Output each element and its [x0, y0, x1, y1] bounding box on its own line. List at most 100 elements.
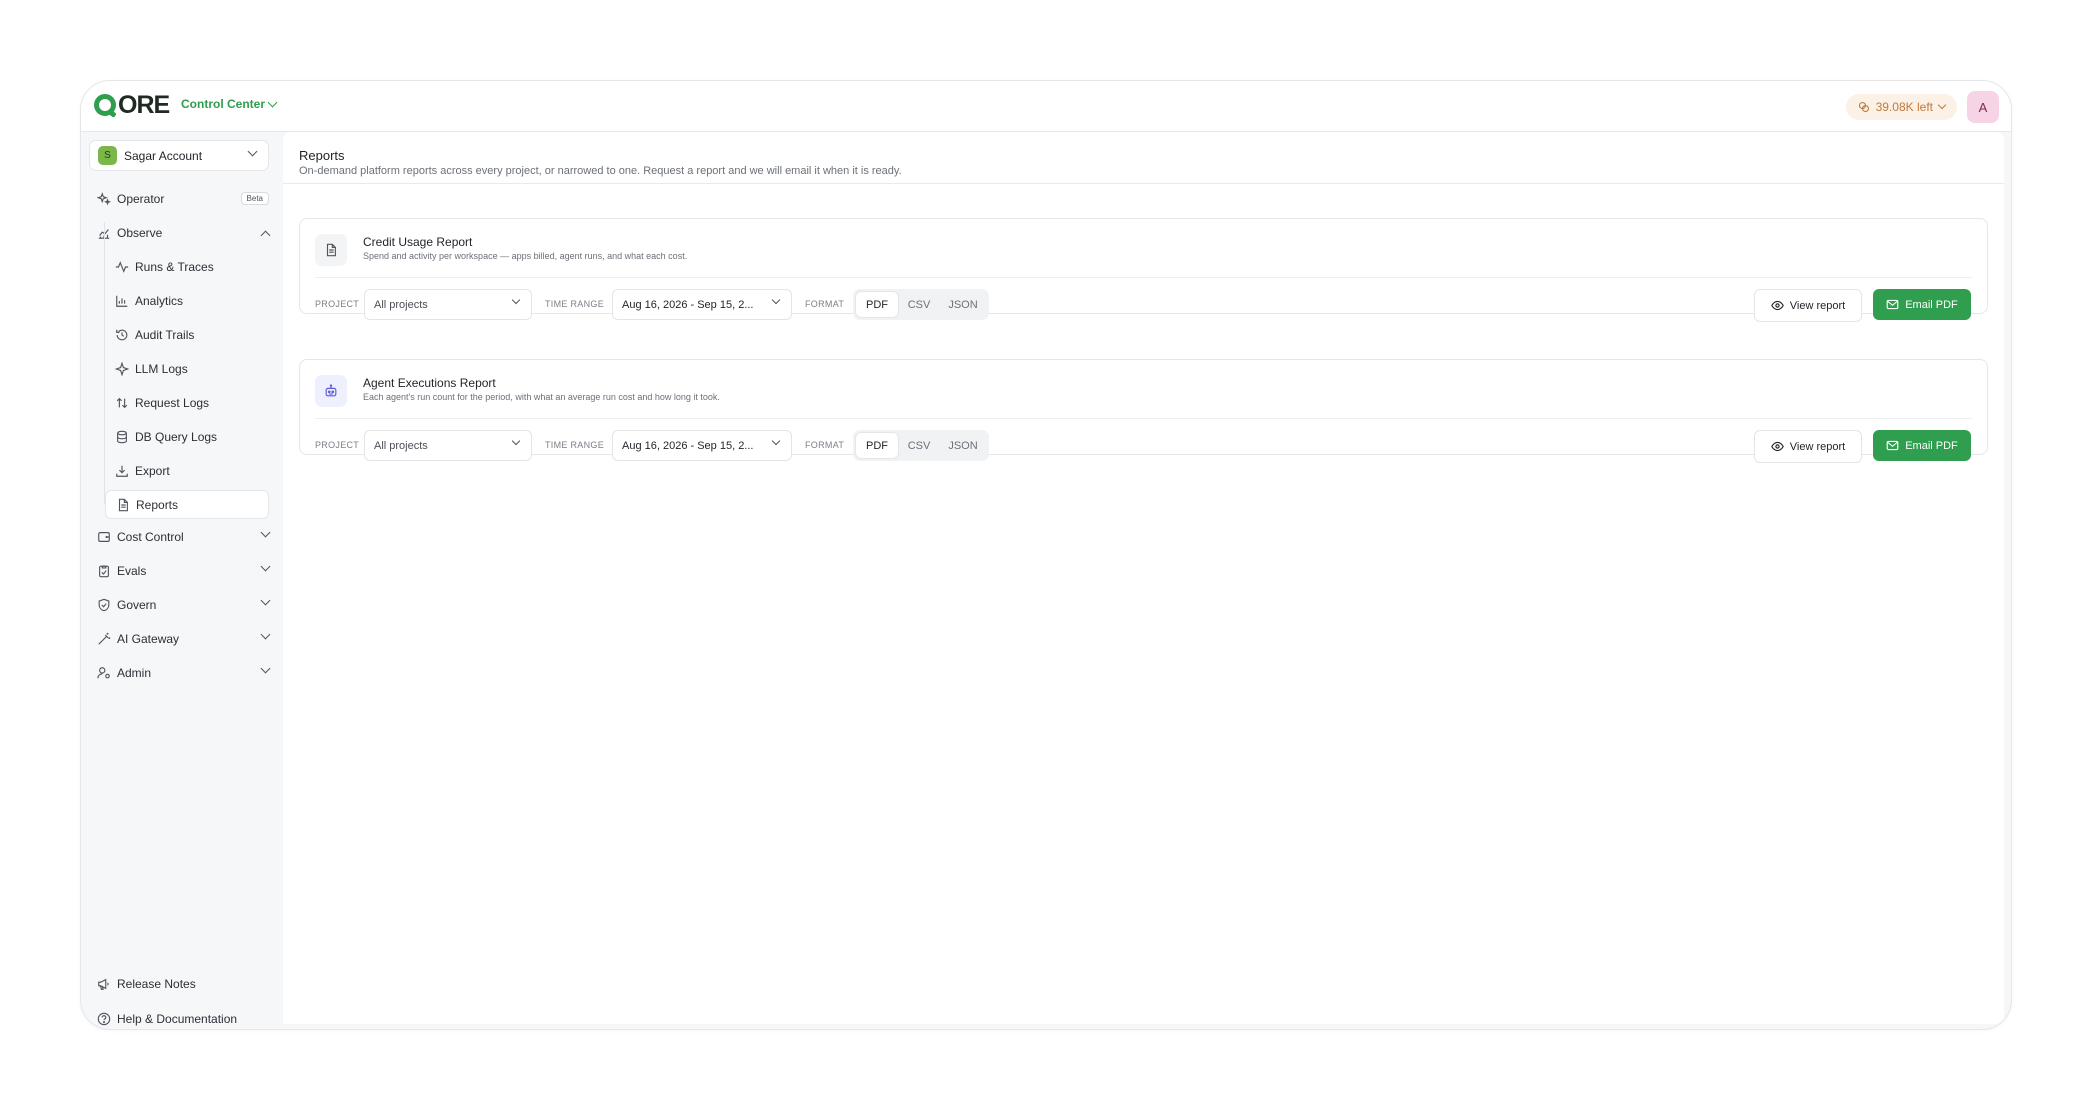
format-label: FORMAT: [805, 440, 845, 450]
sparkles-icon: [97, 192, 111, 206]
release-notes-label: Release Notes: [117, 977, 196, 991]
account-initial-badge: S: [98, 146, 117, 165]
chevron-down-icon: [771, 295, 781, 305]
sidebar-item-request-logs[interactable]: Request Logs: [115, 392, 269, 414]
sidebar-item-operator[interactable]: Operator Beta: [97, 188, 269, 210]
report-title: Agent Executions Report: [363, 376, 496, 390]
time-range-select[interactable]: Aug 16, 2026 - Sep 15, 2...: [612, 430, 792, 461]
app-switcher-label: Control Center: [181, 97, 265, 111]
format-json-option[interactable]: JSON: [940, 433, 986, 458]
format-csv-option[interactable]: CSV: [898, 292, 940, 317]
sidebar-item-reports[interactable]: Reports: [105, 490, 269, 519]
sidebar-item-label: Evals: [117, 564, 147, 578]
mail-icon: [1886, 440, 1899, 451]
sidebar-item-label: Admin: [117, 666, 152, 680]
main-content: Reports On-demand platform reports acros…: [283, 132, 2004, 1024]
logo-q-mark: [94, 94, 116, 116]
sidebar-item-evals[interactable]: Evals: [97, 560, 271, 582]
sidebar-item-admin[interactable]: Admin: [97, 662, 271, 684]
sidebar-item-label: Export: [135, 464, 170, 478]
time-range-select[interactable]: Aug 16, 2026 - Sep 15, 2...: [612, 289, 792, 320]
format-pdf-option[interactable]: PDF: [856, 292, 898, 317]
wallet-icon: [97, 530, 111, 544]
help-documentation-link[interactable]: Help & Documentation: [97, 1009, 237, 1029]
chevron-down-icon: [260, 527, 271, 538]
chevron-down-icon: [260, 663, 271, 674]
email-pdf-button[interactable]: Email PDF: [1873, 430, 1971, 461]
account-selector[interactable]: S Sagar Account: [89, 140, 269, 171]
time-range-value: Aug 16, 2026 - Sep 15, 2...: [622, 439, 754, 452]
account-name: Sagar Account: [124, 148, 203, 163]
robot-icon: [315, 375, 347, 407]
clipboard-check-icon: [97, 564, 111, 578]
report-card-credit-usage: Credit Usage Report Spend and activity p…: [299, 218, 1988, 322]
chevron-down-icon: [1937, 100, 1947, 110]
page-header: Reports On-demand platform reports acros…: [283, 132, 2004, 184]
format-label: FORMAT: [805, 299, 845, 309]
file-text-icon: [116, 498, 130, 512]
format-pdf-option[interactable]: PDF: [856, 433, 898, 458]
format-json-option[interactable]: JSON: [940, 292, 986, 317]
format-toggle: PDF CSV JSON: [853, 289, 989, 320]
sidebar-item-runs-traces[interactable]: Runs & Traces: [115, 256, 269, 278]
sidebar-item-label: Observe: [117, 226, 163, 240]
chevron-down-icon: [511, 295, 521, 305]
card-divider: [315, 418, 1972, 419]
sidebar-item-db-query-logs[interactable]: DB Query Logs: [115, 426, 269, 448]
qore-logo[interactable]: ORE: [94, 91, 170, 119]
eye-icon: [1770, 300, 1784, 311]
sparkle-icon: [115, 362, 129, 376]
shield-icon: [97, 598, 111, 612]
project-select[interactable]: All projects: [364, 289, 532, 320]
credits-badge[interactable]: 39.08K left: [1845, 94, 1957, 120]
project-select[interactable]: All projects: [364, 430, 532, 461]
download-icon: [115, 464, 129, 478]
logo-text: ORE: [118, 91, 170, 119]
sidebar-item-ai-gateway[interactable]: AI Gateway: [97, 628, 271, 650]
activity-icon: [115, 260, 129, 274]
chevron-up-icon: [260, 230, 271, 241]
chevron-down-icon: [771, 436, 781, 446]
format-csv-option[interactable]: CSV: [898, 433, 940, 458]
chevron-down-icon: [511, 436, 521, 446]
sidebar-item-analytics[interactable]: Analytics: [115, 290, 269, 312]
user-avatar[interactable]: A: [1967, 91, 1999, 123]
sidebar-item-label: LLM Logs: [135, 362, 188, 376]
sidebar-item-export[interactable]: Export: [115, 460, 269, 482]
time-range-label: TIME RANGE: [545, 440, 605, 450]
chevron-down-icon: [267, 97, 278, 107]
user-cog-icon: [97, 666, 111, 680]
sidebar-item-cost-control[interactable]: Cost Control: [97, 526, 271, 548]
sidebar-item-observe[interactable]: Observe: [97, 222, 271, 244]
release-notes-link[interactable]: Release Notes: [97, 974, 196, 994]
chevron-down-icon: [247, 146, 258, 157]
database-icon: [115, 430, 129, 444]
megaphone-icon: [97, 977, 111, 991]
project-select-value: All projects: [374, 298, 428, 311]
format-toggle: PDF CSV JSON: [853, 430, 989, 461]
view-report-button[interactable]: View report: [1754, 430, 1862, 463]
top-bar: ORE Control Center 39.08K left A: [81, 81, 2011, 132]
sidebar-item-audit-trails[interactable]: Audit Trails: [115, 324, 269, 346]
sidebar-item-label: Request Logs: [135, 396, 210, 410]
sidebar-item-label: Reports: [136, 497, 179, 512]
sidebar-item-govern[interactable]: Govern: [97, 594, 271, 616]
bar-chart-icon: [115, 294, 129, 308]
time-range-value: Aug 16, 2026 - Sep 15, 2...: [622, 298, 754, 311]
view-report-button[interactable]: View report: [1754, 289, 1862, 322]
app-window: ORE Control Center 39.08K left A S Sagar…: [80, 80, 2012, 1030]
eye-icon: [1770, 441, 1784, 452]
sidebar-item-label: Audit Trails: [135, 328, 195, 342]
card-divider: [315, 277, 1972, 278]
time-range-label: TIME RANGE: [545, 299, 605, 309]
sidebar-item-llm-logs[interactable]: LLM Logs: [115, 358, 269, 380]
app-switcher[interactable]: Control Center: [181, 97, 278, 111]
submenu-guide-line: [104, 222, 105, 504]
coins-icon: [1858, 101, 1869, 113]
history-icon: [115, 328, 129, 342]
help-circle-icon: [97, 1012, 111, 1026]
project-label: PROJECT: [315, 440, 360, 450]
email-pdf-label: Email PDF: [1905, 439, 1958, 452]
email-pdf-button[interactable]: Email PDF: [1873, 289, 1971, 320]
sidebar-item-label: Operator: [117, 192, 165, 206]
